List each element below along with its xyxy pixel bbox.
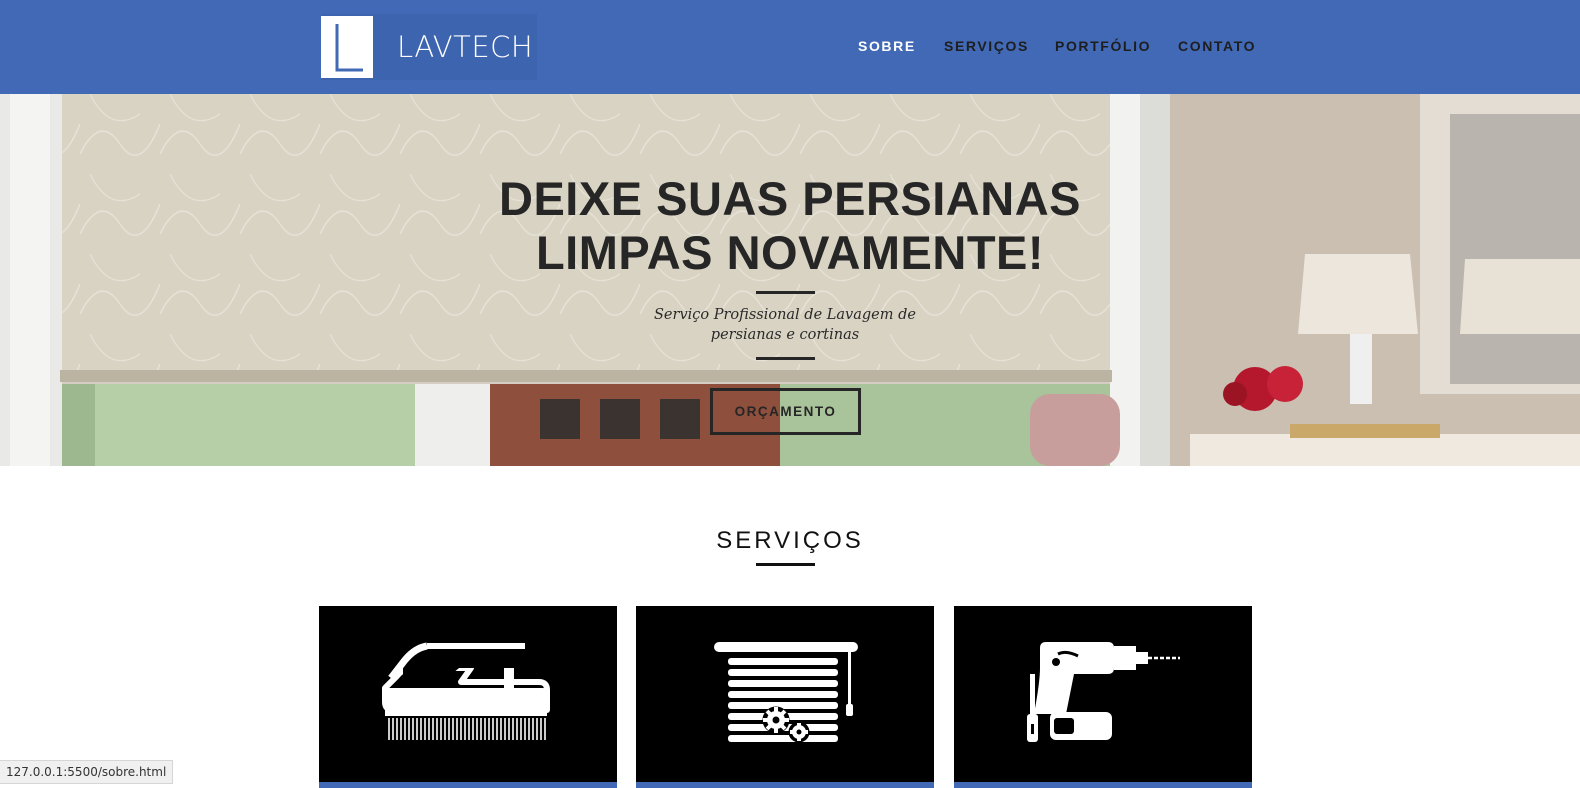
nav-link-sobre[interactable]: SOBRE: [858, 38, 916, 54]
card-accent-bar: [954, 782, 1252, 788]
cleaning-brush-icon: [382, 642, 550, 740]
hero-title-line1: DEIXE SUAS PERSIANAS: [499, 172, 1081, 225]
quote-button[interactable]: ORÇAMENTO: [710, 388, 861, 435]
hero-title: DEIXE SUAS PERSIANAS LIMPAS NOVAMENTE!: [0, 172, 1580, 280]
site-header: LAVTECH SOBRE SERVIÇOS PORTFÓLIO CONTATO: [0, 0, 1580, 94]
card-accent-bar: [319, 782, 617, 788]
hero-divider-top: [756, 291, 815, 294]
card-accent-bar: [636, 782, 934, 788]
blinds-gears-icon: [714, 642, 858, 743]
hero-divider-bottom: [756, 357, 815, 360]
browser-status-url: 127.0.0.1:5500/sobre.html: [0, 760, 174, 784]
main-nav: SOBRE SERVIÇOS PORTFÓLIO CONTATO: [0, 38, 1580, 58]
power-drill-icon: [1027, 642, 1180, 742]
nav-link-contato[interactable]: CONTATO: [1178, 38, 1256, 54]
service-card-drill[interactable]: [954, 606, 1252, 788]
hero-subtitle-line2: persianas e cortinas: [710, 327, 860, 343]
services-title: SERVIÇOS: [716, 527, 864, 554]
service-card-cleaning[interactable]: [319, 606, 617, 788]
nav-link-servicos[interactable]: SERVIÇOS: [944, 38, 1029, 54]
hero-title-line2: LIMPAS NOVAMENTE!: [535, 226, 1045, 279]
hero-subtitle: Serviço Profissional de Lavagem de persi…: [640, 305, 930, 345]
hero-subtitle-line1: Serviço Profissional de Lavagem de: [654, 307, 916, 323]
services-divider: [756, 563, 815, 566]
nav-link-portfolio[interactable]: PORTFÓLIO: [1055, 38, 1151, 54]
hero-banner: DEIXE SUAS PERSIANAS LIMPAS NOVAMENTE! S…: [0, 94, 1580, 466]
service-card-blinds[interactable]: [636, 606, 934, 788]
